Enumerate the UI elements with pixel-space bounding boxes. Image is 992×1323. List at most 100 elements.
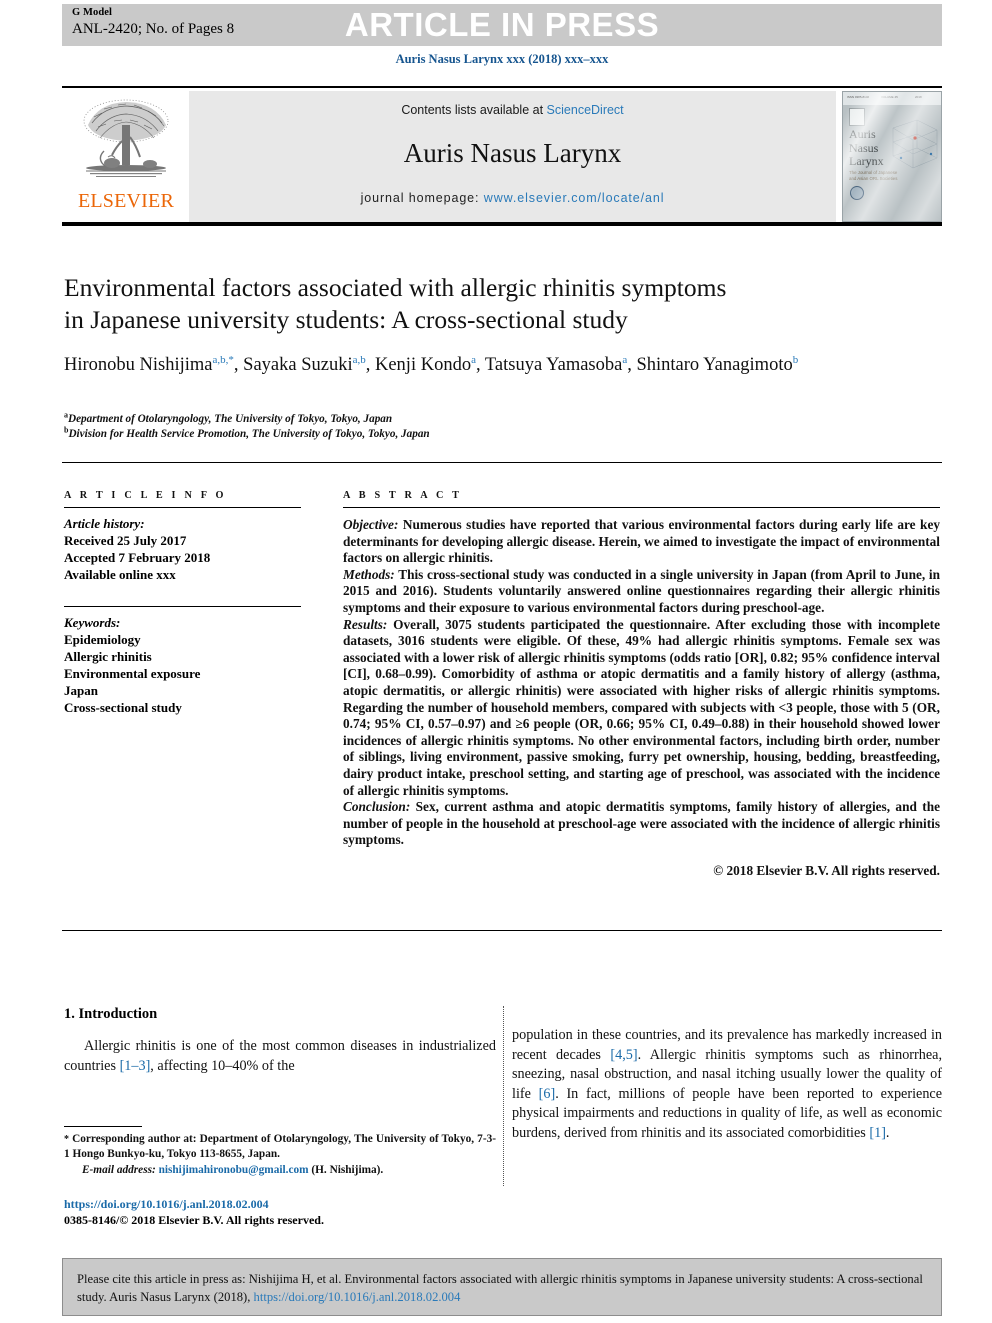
email-suffix: (H. Nishijima). — [308, 1163, 384, 1176]
doi-link[interactable]: https://doi.org/10.1016/j.anl.2018.02.00… — [64, 1196, 496, 1212]
sciencedirect-link[interactable]: ScienceDirect — [547, 103, 624, 117]
abstract-objective: Objective: Numerous studies have reporte… — [343, 517, 940, 567]
journal-homepage-line: journal homepage: www.elsevier.com/locat… — [189, 191, 836, 205]
citation-ref-1[interactable]: [1] — [869, 1125, 886, 1141]
affiliation-b-text: Division for Health Service Promotion, T… — [68, 428, 430, 440]
abstract-methods-text: This cross-sectional study was conducted… — [343, 566, 940, 615]
email-note: E-mail address: nishijimahironobu@gmail.… — [64, 1163, 496, 1178]
abstract-conclusion-label: Conclusion: — [343, 799, 411, 815]
divider-below-abstract — [62, 930, 942, 931]
affiliation-list: aDepartment of Otolaryngology, The Unive… — [64, 411, 924, 442]
abstract-results-label: Results: — [343, 616, 388, 632]
masthead-center-panel: Contents lists available at ScienceDirec… — [189, 91, 836, 222]
article-info-column: A R T I C L E I N F O Article history: R… — [64, 490, 301, 716]
cover-elsevier-mark — [849, 108, 865, 126]
author-3-name: Kenji Kondo — [374, 355, 472, 375]
elsevier-tree-icon — [83, 99, 169, 177]
abstract-conclusion-text: Sex, current asthma and atopic dermatiti… — [343, 799, 940, 848]
intro-text-b: , affecting 10–40% of the — [150, 1057, 295, 1074]
citation-ref-4-5[interactable]: [4,5] — [610, 1047, 637, 1063]
author-1-name: Hironobu Nishijima — [64, 355, 213, 375]
article-info-heading: A R T I C L E I N F O — [64, 490, 227, 501]
keyword-item: Japan — [64, 683, 98, 698]
footnote-block: * Corresponding author at: Department of… — [64, 1132, 496, 1178]
email-label: E-mail address: — [82, 1163, 156, 1176]
title-line-2: in Japanese university students: A cross… — [64, 305, 628, 334]
cite-this-article-text: Please cite this article in press as: Ni… — [77, 1270, 929, 1306]
author-2: Sayaka Suzukia,b, — [243, 353, 371, 375]
manuscript-id: ANL-2420; No. of Pages 8 — [72, 21, 235, 37]
cover-journal-title: Auris Nasus Larynx — [849, 127, 884, 169]
abstract-results: Results: Overall, 3075 students particip… — [343, 617, 940, 800]
author-5-name: Shintaro Yanagimoto — [636, 355, 793, 375]
author-list: Hironobu Nishijimaa,b,*, Sayaka Suzukia,… — [64, 352, 924, 379]
contents-prefix: Contents lists available at — [401, 103, 544, 117]
email-link[interactable]: nishijimahironobu@gmail.com — [159, 1164, 309, 1176]
journal-cover-thumbnail: ISSN 0385-8146 VOLUME 45 2018 Auris Nasu… — [842, 91, 942, 222]
keyword-item: Environmental exposure — [64, 666, 201, 681]
affiliation-b: bDivision for Health Service Promotion, … — [64, 426, 924, 442]
cover-society-seal-icon — [850, 186, 864, 200]
author-3: Kenji Kondoa, — [374, 353, 481, 375]
body-column-right: population in these countries, and its p… — [512, 1026, 942, 1144]
keyword-item: Cross-sectional study — [64, 700, 182, 715]
homepage-prefix: journal homepage: — [360, 191, 480, 205]
journal-citation-line: Auris Nasus Larynx xxx (2018) xxx–xxx — [395, 52, 609, 66]
footnote-rule — [64, 1126, 142, 1127]
keyword-item: Epidemiology — [64, 632, 141, 647]
body-column-left: 1. Introduction Allergic rhinitis is one… — [64, 1006, 496, 1076]
affiliation-a: aDepartment of Otolaryngology, The Unive… — [64, 411, 924, 427]
cover-lattice-graphic — [892, 119, 938, 169]
cover-top-band: ISSN 0385-8146 VOLUME 45 2018 — [843, 92, 941, 105]
author-2-marks: a,b — [352, 353, 366, 366]
article-info-divider — [64, 507, 301, 508]
keywords-divider — [64, 606, 301, 607]
corresponding-author-text: Corresponding author at: Department of O… — [64, 1133, 496, 1161]
abstract-column: A B S T R A C T Objective: Numerous stud… — [343, 490, 940, 879]
homepage-url-link[interactable]: www.elsevier.com/locate/anl — [484, 191, 665, 205]
author-4-marks: a — [622, 353, 628, 366]
cover-title-line1: Auris — [849, 127, 876, 141]
keyword-item: Allergic rhinitis — [64, 649, 152, 664]
author-5: Shintaro Yanagimotob — [636, 354, 798, 375]
abstract-copyright: © 2018 Elsevier B.V. All rights reserved… — [713, 862, 940, 878]
author-1-marks: a,b,* — [212, 353, 234, 366]
intro-paragraph-part1: Allergic rhinitis is one of the most com… — [64, 1037, 496, 1076]
author-4: Tatsuya Yamasobaa, — [484, 353, 632, 375]
g-model-label: G Model — [72, 7, 113, 18]
journal-masthead: ELSEVIER Contents lists available at Sci… — [62, 86, 942, 226]
abstract-heading: A B S T R A C T — [343, 490, 463, 501]
abstract-body: Objective: Numerous studies have reporte… — [343, 517, 940, 879]
journal-title: Auris Nasus Larynx — [403, 138, 622, 168]
issn-copyright-line: 0385-8146/© 2018 Elsevier B.V. All right… — [64, 1213, 324, 1227]
corresponding-author-note: * Corresponding author at: Department of… — [64, 1132, 496, 1163]
article-history-heading: Article history: — [64, 516, 145, 531]
elsevier-logo: ELSEVIER — [62, 91, 189, 222]
column-divider — [503, 1006, 504, 1186]
cover-title-line3: Larynx — [849, 154, 884, 168]
abstract-methods-label: Methods: — [343, 566, 395, 582]
elsevier-wordmark: ELSEVIER — [77, 190, 175, 212]
contents-available-line: Contents lists available at ScienceDirec… — [189, 103, 836, 117]
author-2-name: Sayaka Suzuki — [243, 355, 353, 375]
author-3-marks: a — [471, 353, 476, 366]
abstract-divider — [343, 507, 940, 508]
keywords-heading: Keywords: — [64, 615, 121, 630]
cite-this-article-box: Please cite this article in press as: Ni… — [62, 1258, 942, 1316]
intro-paragraph-part2: population in these countries, and its p… — [512, 1026, 942, 1144]
doi-block: https://doi.org/10.1016/j.anl.2018.02.00… — [64, 1196, 496, 1228]
affiliation-a-text: Department of Otolaryngology, The Univer… — [68, 413, 393, 425]
abstract-results-text: Overall, 3075 students participated the … — [343, 616, 940, 798]
citation-ref-1-3[interactable]: [1–3] — [120, 1058, 151, 1074]
title-line-1: Environmental factors associated with al… — [64, 273, 727, 302]
article-history-item: Available online xxx — [64, 567, 176, 582]
page-title: Environmental factors associated with al… — [64, 272, 864, 336]
cite-doi-link[interactable]: https://doi.org/10.1016/j.anl.2018.02.00… — [254, 1290, 461, 1304]
cover-title-line2: Nasus — [849, 140, 879, 155]
section-heading-introduction: 1. Introduction — [64, 1006, 158, 1022]
article-history-item: Received 25 July 2017 — [64, 533, 187, 548]
article-history-item: Accepted 7 February 2018 — [64, 550, 211, 565]
citation-ref-6[interactable]: [6] — [539, 1086, 556, 1102]
divider-above-abstract — [62, 462, 942, 463]
